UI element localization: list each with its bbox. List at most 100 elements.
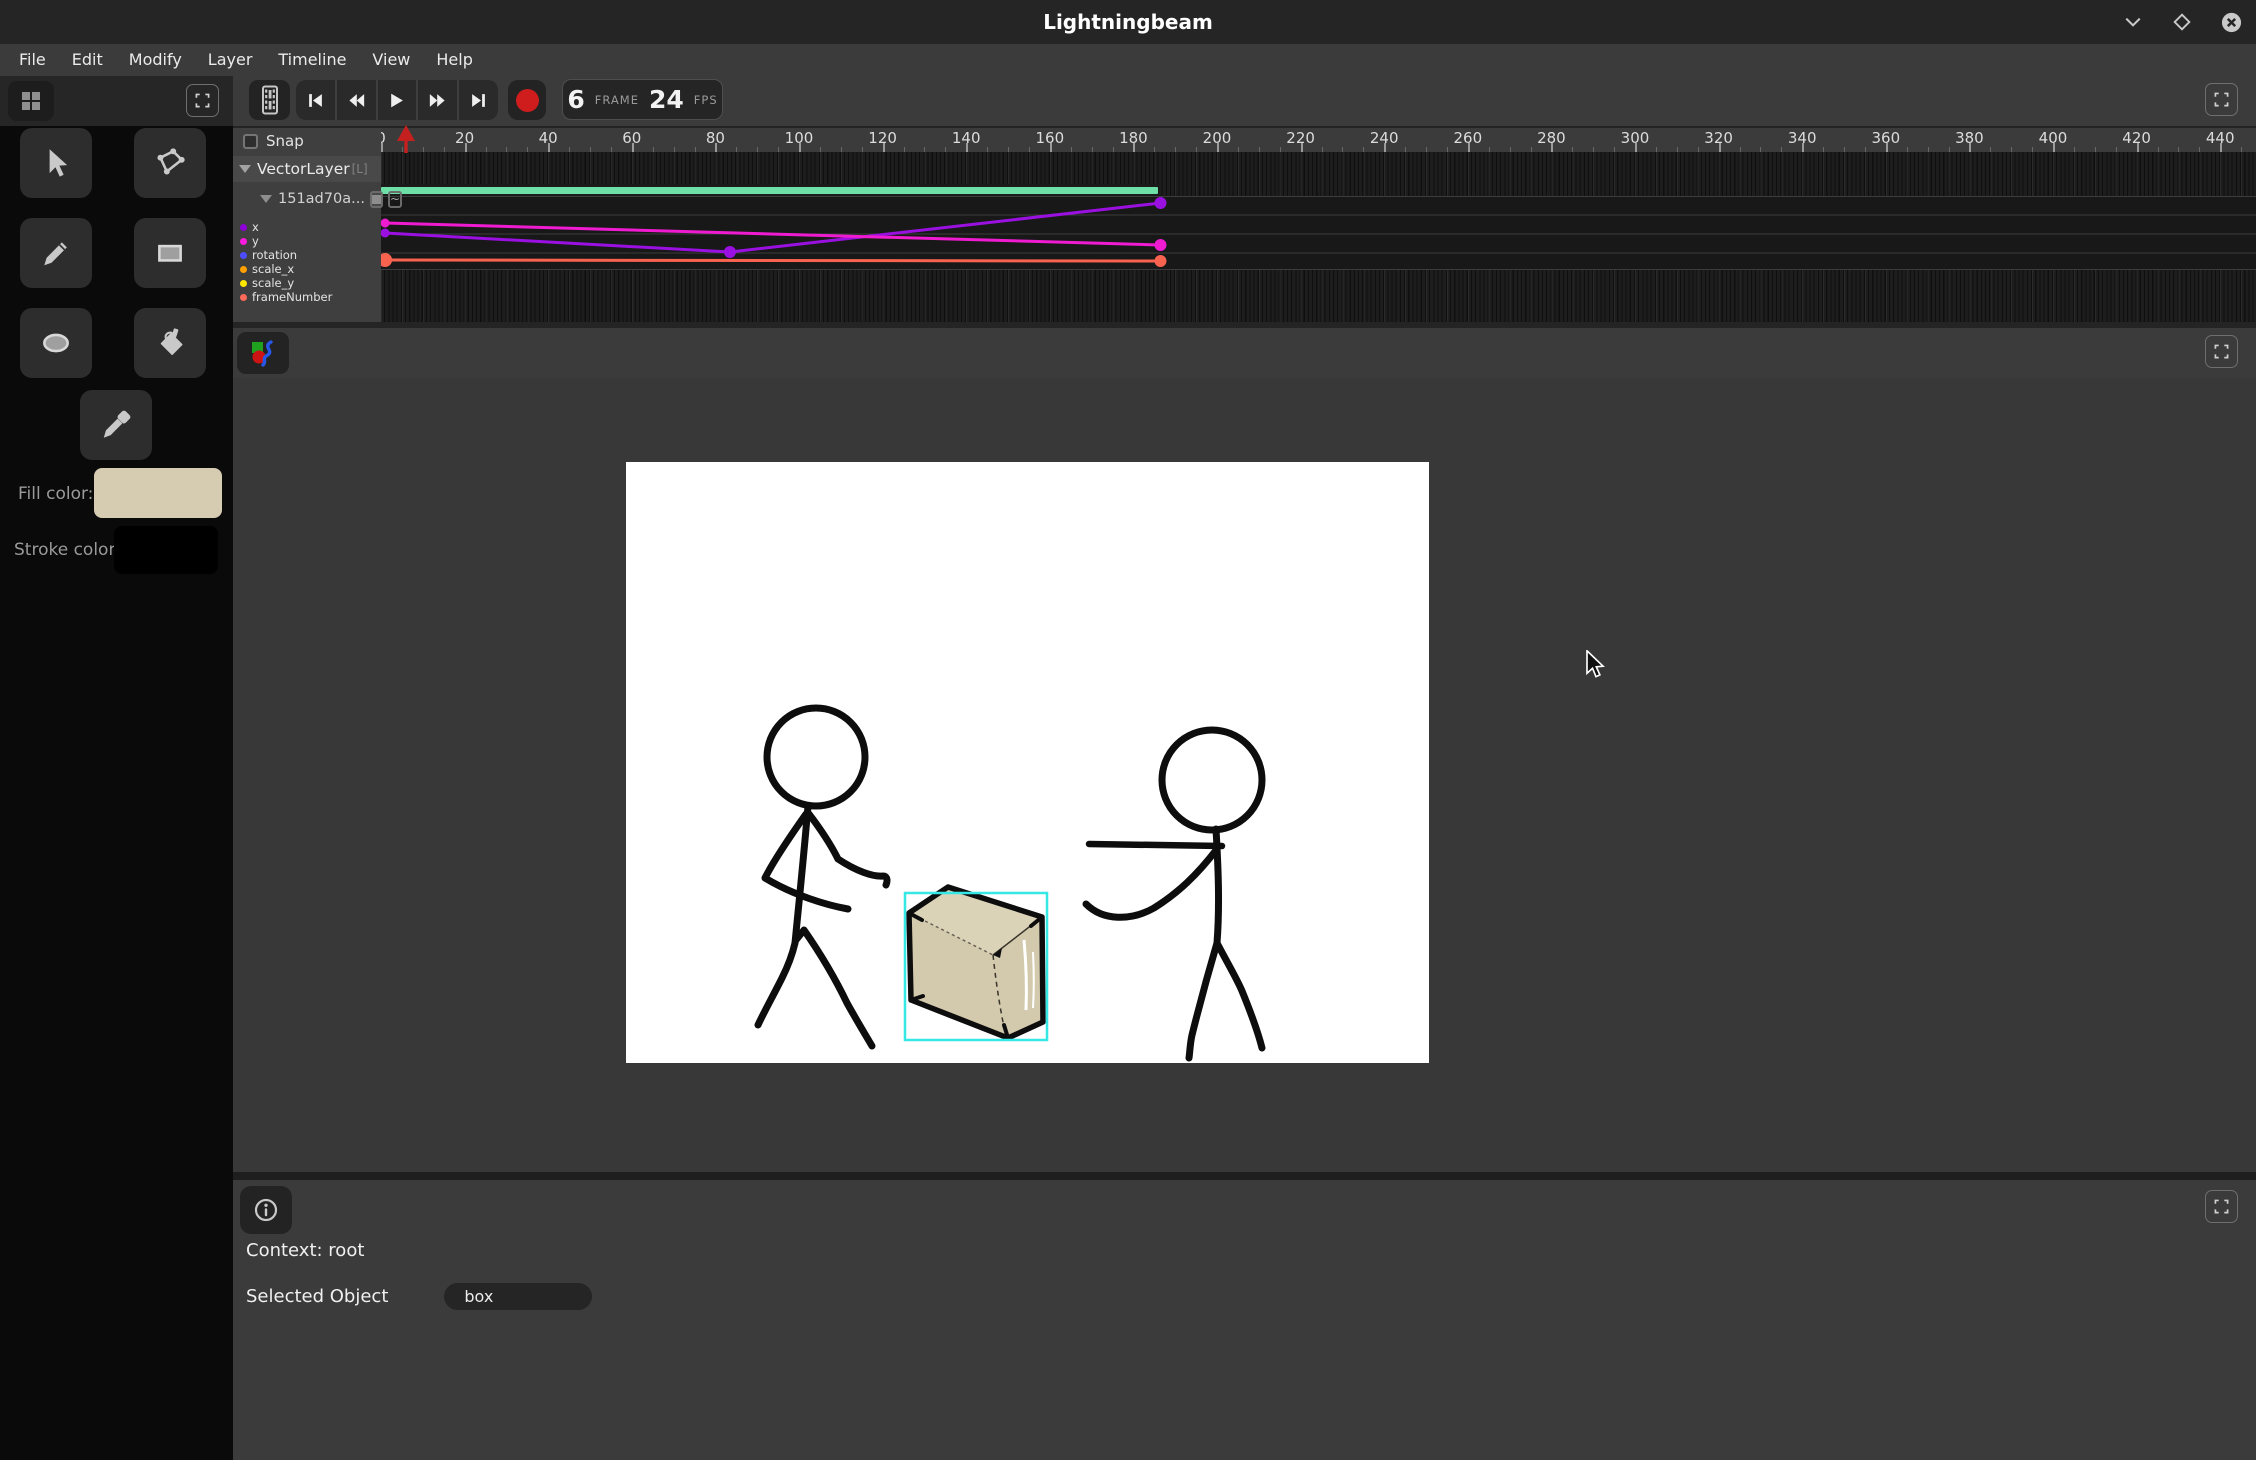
menu-item-timeline[interactable]: Timeline bbox=[265, 44, 359, 76]
keyframe-span-bar[interactable] bbox=[381, 187, 1158, 194]
ruler-label: 400 bbox=[2039, 129, 2068, 147]
playhead[interactable] bbox=[397, 125, 415, 157]
snap-row: Snap bbox=[243, 132, 304, 150]
timeline-expand-button[interactable] bbox=[2205, 83, 2238, 116]
snap-checkbox[interactable] bbox=[243, 134, 258, 149]
stroke-color-swatch[interactable] bbox=[114, 526, 218, 574]
record-button[interactable] bbox=[508, 80, 546, 120]
minimize-icon[interactable] bbox=[2122, 11, 2144, 33]
menu-item-file[interactable]: File bbox=[6, 44, 59, 76]
pencil-icon bbox=[39, 236, 73, 270]
ruler-label: 280 bbox=[1537, 129, 1566, 147]
clip-visibility-button[interactable] bbox=[370, 191, 383, 208]
play-button[interactable] bbox=[378, 80, 419, 120]
inspector-expand-button[interactable] bbox=[2205, 1190, 2238, 1223]
fast-forward-button[interactable] bbox=[418, 80, 459, 120]
menu-bar: FileEditModifyLayerTimelineViewHelp bbox=[0, 44, 2256, 76]
box-object[interactable] bbox=[905, 887, 1047, 1040]
tool-button-ellipse[interactable] bbox=[20, 308, 92, 378]
ruler-label: 200 bbox=[1203, 129, 1232, 147]
info-icon bbox=[253, 1197, 279, 1223]
stage-inspector-divider bbox=[233, 1172, 2256, 1180]
clip-collapse-icon[interactable] bbox=[260, 195, 272, 203]
curve-frameNumber[interactable] bbox=[385, 260, 1160, 261]
fill-color-swatch[interactable] bbox=[94, 468, 222, 518]
property-color-dot bbox=[240, 280, 247, 287]
stage-header bbox=[233, 328, 2256, 378]
title-bar: Lightningbeam bbox=[0, 0, 2256, 44]
layer-name: VectorLayer bbox=[257, 160, 350, 178]
window-title: Lightningbeam bbox=[0, 0, 2256, 44]
close-icon[interactable] bbox=[2220, 11, 2242, 33]
property-row-rotation[interactable]: rotation bbox=[240, 248, 297, 262]
skip-end-button[interactable] bbox=[459, 80, 498, 120]
property-row-x[interactable]: x bbox=[240, 220, 259, 234]
rewind-icon bbox=[348, 92, 365, 109]
menu-item-view[interactable]: View bbox=[359, 44, 423, 76]
animation-curves bbox=[381, 196, 2256, 270]
keyframe-dot-y[interactable] bbox=[1154, 239, 1166, 251]
keyframe-dot-x[interactable] bbox=[724, 246, 736, 258]
stick-figure-right[interactable] bbox=[1086, 730, 1262, 1058]
layer-row[interactable]: VectorLayer [L] bbox=[233, 156, 381, 182]
ruler-label: 420 bbox=[2122, 129, 2151, 147]
clip-ease-button[interactable]: ~ bbox=[388, 191, 402, 208]
tool-button-rectangle[interactable] bbox=[134, 218, 206, 288]
property-row-frameNumber[interactable]: frameNumber bbox=[240, 290, 332, 304]
ruler-label: 40 bbox=[539, 129, 558, 147]
ruler-label: 240 bbox=[1370, 129, 1399, 147]
context-text: Context: root bbox=[246, 1240, 364, 1261]
timeline-ruler[interactable]: 0204060801001201401601802002202402602803… bbox=[381, 128, 2256, 152]
ruler-label: 140 bbox=[952, 129, 981, 147]
ruler-label: 360 bbox=[1871, 129, 1900, 147]
tool-button-transform[interactable] bbox=[134, 128, 206, 198]
ellipse-icon bbox=[39, 326, 73, 360]
fast-forward-icon bbox=[429, 92, 446, 109]
property-row-scale_y[interactable]: scale_y bbox=[240, 276, 294, 290]
property-label: x bbox=[252, 220, 259, 234]
menu-item-help[interactable]: Help bbox=[423, 44, 485, 76]
maximize-icon[interactable] bbox=[2171, 11, 2193, 33]
property-color-dot bbox=[240, 294, 247, 301]
playback-controls bbox=[296, 80, 498, 120]
stage-tab-button[interactable] bbox=[237, 332, 289, 374]
property-row-scale_x[interactable]: scale_x bbox=[240, 262, 294, 276]
property-row-y[interactable]: y bbox=[240, 234, 259, 248]
keyframe-dot-frameNumber[interactable] bbox=[381, 253, 392, 267]
square-icon bbox=[372, 195, 381, 204]
info-tab-button[interactable] bbox=[240, 1186, 292, 1234]
menu-item-modify[interactable]: Modify bbox=[116, 44, 195, 76]
stick-figure-left[interactable] bbox=[758, 708, 887, 1046]
keyframe-dot-frameNumber[interactable] bbox=[1154, 255, 1166, 267]
tool-button-eyedropper[interactable] bbox=[80, 390, 152, 460]
timeline-panel: 0204060801001201401601802002202402602803… bbox=[233, 128, 2256, 322]
rectangle-icon bbox=[153, 236, 187, 270]
skip-start-button[interactable] bbox=[296, 80, 337, 120]
film-export-button[interactable] bbox=[249, 80, 290, 120]
timeline-frames-track-lower[interactable] bbox=[381, 270, 2256, 322]
playback-toolbar: 6 FRAME 24 FPS bbox=[233, 76, 2256, 126]
property-color-dot bbox=[240, 238, 247, 245]
panel-grid-button[interactable] bbox=[8, 81, 54, 121]
rewind-button[interactable] bbox=[337, 80, 378, 120]
tool-button-pencil[interactable] bbox=[20, 218, 92, 288]
stage-canvas[interactable] bbox=[626, 462, 1429, 1063]
film-icon bbox=[260, 85, 280, 115]
tool-button-paint-bucket[interactable] bbox=[134, 308, 206, 378]
stage-expand-button[interactable] bbox=[2205, 335, 2238, 368]
keyframe-dot-x[interactable] bbox=[381, 229, 390, 238]
menu-item-edit[interactable]: Edit bbox=[59, 44, 116, 76]
selected-object-input[interactable] bbox=[444, 1283, 592, 1310]
layer-collapse-icon[interactable] bbox=[239, 165, 251, 173]
keyframe-dot-x[interactable] bbox=[1154, 197, 1166, 209]
clip-row[interactable]: 151ad70a... ~ bbox=[233, 186, 381, 212]
menu-item-layer[interactable]: Layer bbox=[195, 44, 266, 76]
ruler-label: 180 bbox=[1119, 129, 1148, 147]
keyframe-dot-y[interactable] bbox=[381, 219, 390, 228]
frame-fps-display[interactable]: 6 FRAME 24 FPS bbox=[562, 79, 723, 120]
tool-button-select[interactable] bbox=[20, 128, 92, 198]
property-color-dot bbox=[240, 252, 247, 259]
ruler-label: 340 bbox=[1788, 129, 1817, 147]
ruler-label: 380 bbox=[1955, 129, 1984, 147]
sidebar-expand-button[interactable] bbox=[186, 84, 219, 117]
